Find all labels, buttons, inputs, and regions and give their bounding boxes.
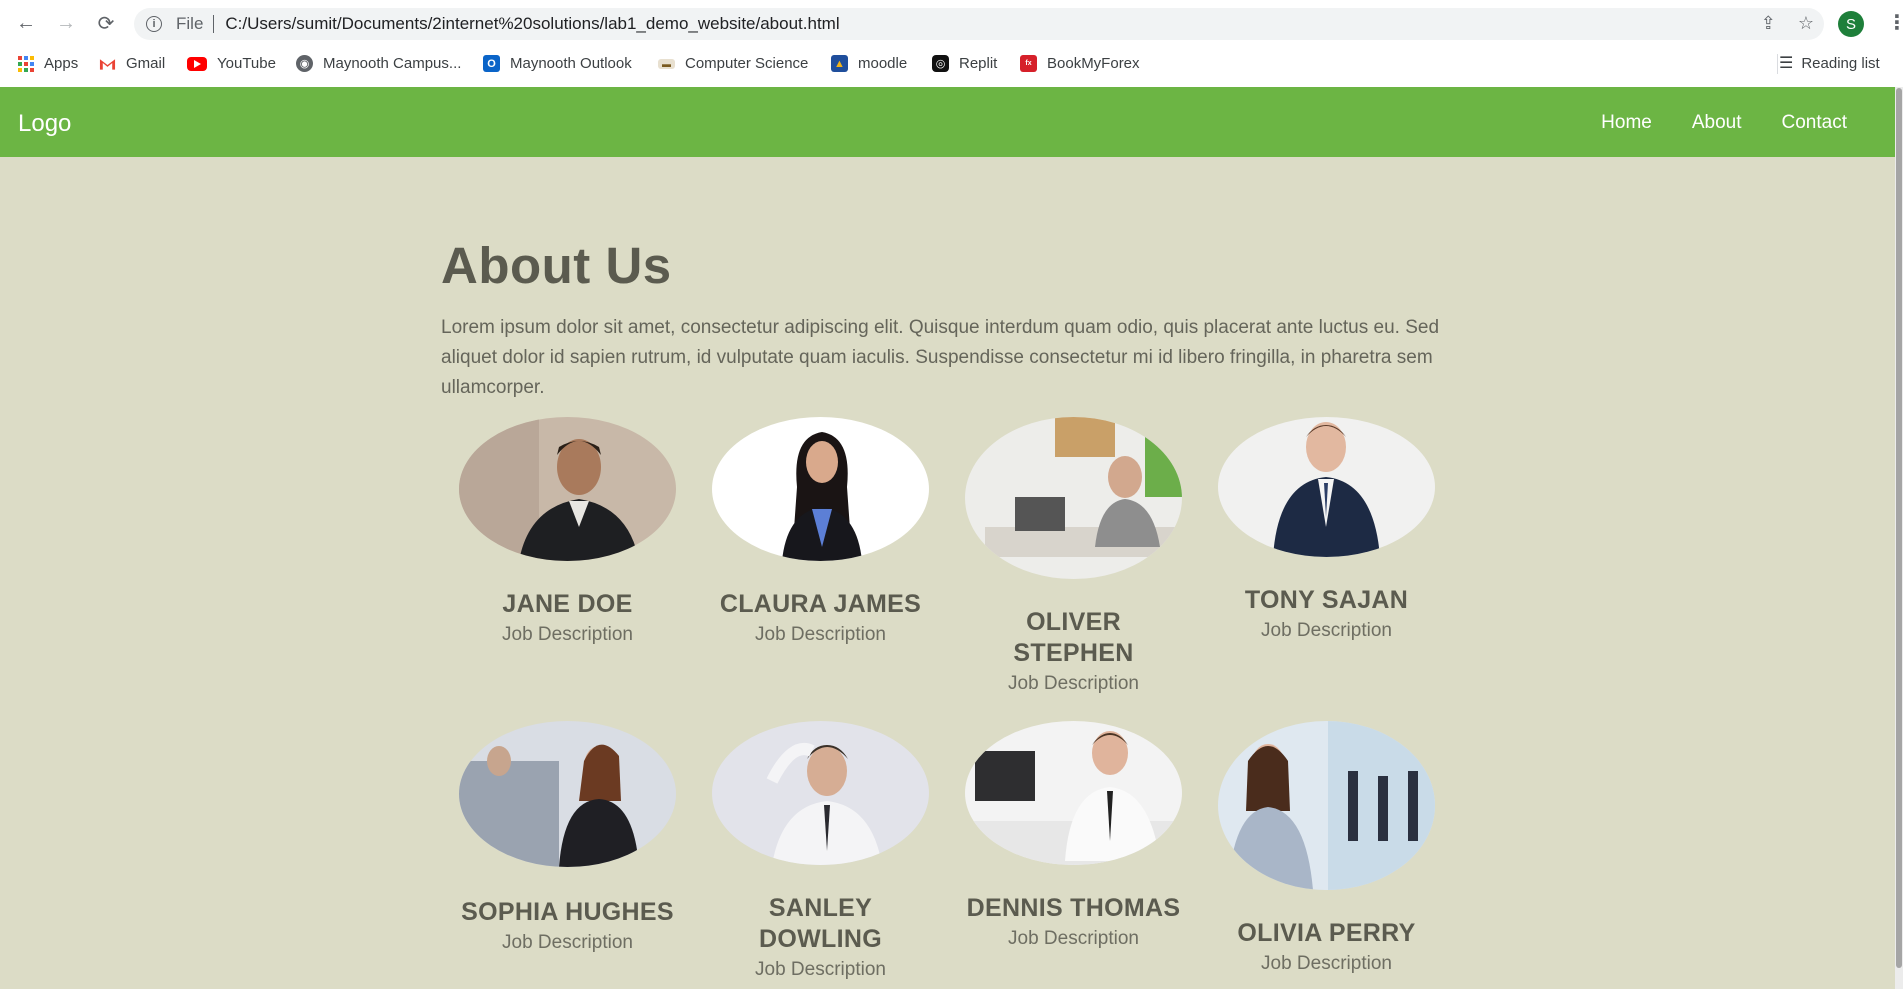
team-card: JANE DOE Job Description	[459, 417, 676, 650]
bookmark-maynooth-outlook[interactable]: O Maynooth Outlook	[483, 55, 632, 72]
bookmark-label: YouTube	[217, 55, 276, 72]
bookmark-label: Maynooth Campus...	[323, 55, 462, 72]
team-photo-sanley-dowling	[712, 721, 929, 865]
team-name: TONY SAJAN	[1244, 586, 1409, 614]
team-job: Job Description	[755, 624, 886, 645]
bookmarks-bar: Apps Gmail YouTube ◉ Maynooth Campus... …	[0, 47, 1903, 79]
bookmark-bookmyforex[interactable]: fx BookMyForex	[1020, 55, 1140, 72]
bookmarks-separator	[1777, 54, 1778, 74]
cs-icon: ▬	[658, 58, 675, 69]
apps-grid-icon	[17, 55, 34, 72]
team-name: CLAURA JAMES	[719, 590, 922, 618]
bookmark-label: moodle	[858, 55, 908, 72]
browser-chrome: ← → ⟳ i File C:/Users/sumit/Documents/2i…	[0, 0, 1903, 87]
bookmark-apps[interactable]: Apps	[17, 55, 78, 72]
reading-list-button[interactable]: ☰ Reading list	[1779, 53, 1880, 73]
team-card: OLIVIA PERRY Job Description	[1218, 721, 1435, 979]
address-separator	[213, 15, 215, 33]
bookmark-label: Apps	[44, 55, 79, 72]
team-job: Job Description	[1261, 953, 1392, 974]
bookmark-label: BookMyForex	[1047, 55, 1140, 72]
site-logo[interactable]: Logo	[18, 110, 71, 138]
nav-contact-link[interactable]: Contact	[1782, 112, 1847, 134]
bookmark-label: Gmail	[126, 55, 166, 72]
team-job: Job Description	[1261, 620, 1392, 641]
bookmark-replit[interactable]: ◎ Replit	[932, 55, 997, 72]
globe-icon: ◉	[296, 55, 313, 72]
team-card: CLAURA JAMES Job Description	[712, 417, 929, 650]
back-button[interactable]: ←	[12, 9, 40, 37]
page-title: About Us	[441, 237, 672, 294]
team-card: DENNIS THOMAS Job Description	[965, 721, 1182, 954]
team-name: SOPHIA HUGHES	[461, 898, 674, 926]
outlook-icon: O	[483, 55, 500, 72]
team-card: OLIVER STEPHEN Job Description	[965, 417, 1182, 699]
team-name: DENNIS THOMAS	[966, 894, 1181, 922]
reload-button[interactable]: ⟳	[92, 9, 120, 37]
team-photo-tony-sajan	[1218, 417, 1435, 557]
nav-home-link[interactable]: Home	[1601, 112, 1652, 134]
bookmark-star-icon[interactable]: ☆	[1798, 13, 1814, 34]
profile-avatar[interactable]: S	[1838, 11, 1864, 37]
browser-toolbar: ← → ⟳ i File C:/Users/sumit/Documents/2i…	[0, 0, 1903, 47]
youtube-icon	[187, 56, 207, 71]
team-name: OLIVIA PERRY	[1237, 919, 1416, 947]
bookmark-moodle[interactable]: ▲ moodle	[831, 55, 907, 72]
site-nav-links: Home About Contact	[1601, 112, 1847, 134]
bookmark-gmail[interactable]: Gmail	[99, 55, 165, 72]
bookmark-computer-science[interactable]: ▬ Computer Science	[658, 55, 808, 72]
team-name: SANLEY DOWLING	[759, 894, 882, 953]
bookmark-youtube[interactable]: YouTube	[187, 55, 276, 72]
info-icon[interactable]: i	[146, 16, 162, 32]
share-icon[interactable]: ⇪	[1761, 13, 1776, 34]
team-card: TONY SAJAN Job Description	[1218, 417, 1435, 646]
bookmark-maynooth-campus[interactable]: ◉ Maynooth Campus...	[296, 55, 461, 72]
team-card: SANLEY DOWLING Job Description	[712, 721, 929, 985]
team-job: Job Description	[502, 932, 633, 953]
forward-button[interactable]: →	[52, 9, 80, 37]
site-navbar: Logo Home About Contact	[0, 87, 1895, 157]
team-photo-sophia-hughes	[459, 721, 676, 867]
nav-about-link[interactable]: About	[1692, 112, 1742, 134]
about-section: About Us Lorem ipsum dolor sit amet, con…	[441, 236, 1451, 403]
team-job: Job Description	[1008, 928, 1139, 949]
team-photo-jane-doe	[459, 417, 676, 561]
replit-icon: ◎	[932, 55, 949, 72]
team-job: Job Description	[755, 959, 886, 980]
url-text[interactable]: C:/Users/sumit/Documents/2internet%20sol…	[225, 14, 839, 34]
team-card: SOPHIA HUGHES Job Description	[459, 721, 676, 958]
gmail-icon	[99, 55, 116, 72]
team-photo-claura-james	[712, 417, 929, 561]
file-scheme-label: File	[176, 14, 204, 33]
reading-list-icon: ☰	[1779, 55, 1794, 72]
address-bar[interactable]: i File C:/Users/sumit/Documents/2interne…	[134, 8, 1824, 40]
team-name: JANE DOE	[502, 590, 633, 618]
scrollbar-thumb[interactable]	[1896, 88, 1902, 968]
team-job: Job Description	[502, 624, 633, 645]
bookmark-label: Maynooth Outlook	[510, 55, 632, 72]
team-job: Job Description	[1008, 673, 1139, 694]
team-photo-olivia-perry	[1218, 721, 1435, 890]
bookmark-label: Computer Science	[685, 55, 809, 72]
moodle-icon: ▲	[831, 55, 848, 72]
about-description: Lorem ipsum dolor sit amet, consectetur …	[441, 317, 1440, 398]
bookmyforex-icon: fx	[1020, 55, 1037, 72]
team-name: OLIVER STEPHEN	[1013, 608, 1134, 667]
team-photo-oliver-stephen	[965, 417, 1182, 579]
menu-kebab-icon[interactable]: ⋮	[1887, 10, 1903, 35]
team-photo-dennis-thomas	[965, 721, 1182, 865]
bookmark-label: Replit	[959, 55, 998, 72]
reading-list-label: Reading list	[1801, 54, 1880, 72]
